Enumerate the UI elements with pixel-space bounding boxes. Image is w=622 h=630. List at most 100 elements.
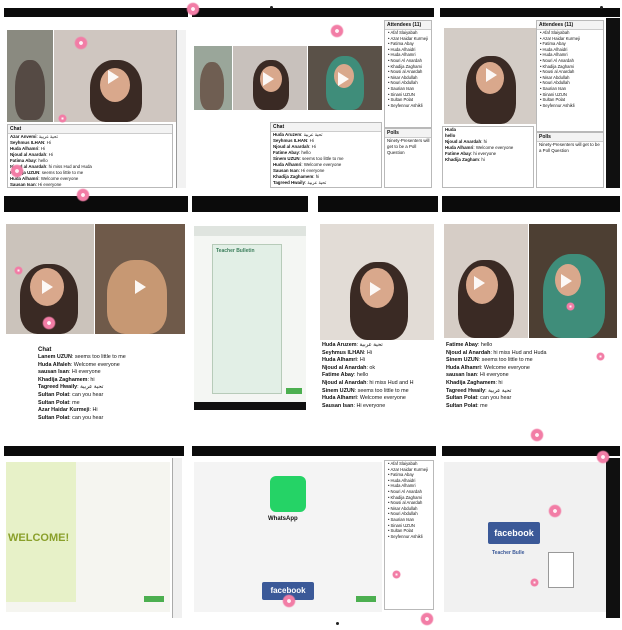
video-feed-1[interactable] xyxy=(7,30,53,122)
chat-text: : Hi xyxy=(363,349,373,356)
video-feed-2[interactable] xyxy=(529,224,617,338)
chat-text: : تحية عربية xyxy=(36,134,58,139)
slide-panel: WELCOME! xyxy=(6,462,76,602)
chat-text: : Hi xyxy=(307,138,314,143)
play-icon[interactable] xyxy=(474,276,485,290)
chat-messages: Huda Aruzem: تحية عربية Seyhmus ILHAN: Hi… xyxy=(271,132,381,186)
flower-decoration xyxy=(282,594,296,608)
flower-decoration xyxy=(530,428,544,442)
play-icon[interactable] xyxy=(42,280,53,294)
chat-panel: Huda Aruzem: تحية عربية Seyhmus ILHAN: Hi… xyxy=(320,342,436,436)
chat-text: : Hi everyone xyxy=(35,182,62,187)
chat-messages: Lanem UZUN: seems too little to me Huda A… xyxy=(36,354,186,422)
chat-sender: Tagreed Hwaily xyxy=(446,387,486,394)
chat-text: : hi xyxy=(481,139,488,144)
chat-text: : hi everyone xyxy=(470,151,497,156)
chat-text: : seems too little to me xyxy=(71,354,126,360)
window-titlebar xyxy=(192,8,434,17)
chat-text: : تحية عربية xyxy=(356,342,383,348)
video-feed-3[interactable] xyxy=(308,46,382,110)
meeting-screenshot-7: Huda Aruzem: تحية عربية Seyhmus ILHAN: Hi… xyxy=(318,196,438,436)
chat-message: Sausan Isan: Hi everyone xyxy=(320,403,436,411)
chat-text: : seems too little to me xyxy=(478,357,533,364)
meeting-screenshot-4 xyxy=(4,196,188,344)
chat-text: : can you hear xyxy=(69,391,104,398)
flower-decoration xyxy=(392,570,401,579)
video-feed-1[interactable] xyxy=(320,224,434,340)
chat-sender: Njoud al Anardah xyxy=(322,364,367,371)
chat-sender: Sinem UZUN xyxy=(446,357,479,364)
play-icon[interactable] xyxy=(135,280,146,294)
shared-screen[interactable]: WELCOME! xyxy=(6,462,170,612)
attendee-item[interactable]: Seyfennur Ashikli xyxy=(385,103,431,109)
chat-text: : Hi everyone xyxy=(353,402,386,409)
bottom-taskbar xyxy=(194,402,306,410)
chat-text: : Welcome everyone xyxy=(356,395,406,402)
play-icon[interactable] xyxy=(338,72,349,86)
decorative-dot xyxy=(336,622,339,625)
chat-text: : Hi xyxy=(309,144,316,149)
chat-messages: Huda Aruzem: تحية عربية Seyhmus ILHAN: Hi… xyxy=(320,342,436,410)
chat-sender: Azar Anvemi xyxy=(10,134,37,139)
chat-sender: Sultan Polat xyxy=(38,399,70,406)
green-button[interactable] xyxy=(286,388,302,394)
attendee-list: Afaf SlaiyabahAzar Haidar KurmejiFatima … xyxy=(385,461,433,539)
chat-text: : Welcome everyone xyxy=(70,361,120,368)
chat-sender: Huda Alhamri xyxy=(322,357,357,364)
window-titlebar xyxy=(318,196,438,212)
chat-message: Njoud al Anardah: hi miss Hud and H xyxy=(320,380,436,388)
play-icon[interactable] xyxy=(263,72,274,86)
play-icon[interactable] xyxy=(561,274,572,288)
meeting-screenshot-2: Attendees (11) Afaf SlaiyabahAzar Haidar… xyxy=(192,8,434,188)
green-button[interactable] xyxy=(144,596,164,602)
chat-message: Sultan Polat: can you hear xyxy=(36,392,186,400)
chat-message: sausan Isan: Hi everyone xyxy=(444,372,618,380)
attendee-list: Afaf SlaiyabahAzar Haidar KurmejiFatima … xyxy=(537,30,603,108)
chat-panel: Chat Huda Aruzem: تحية عربية Seyhmus ILHA… xyxy=(270,122,382,188)
window-titlebar xyxy=(440,8,620,17)
side-toolbar[interactable] xyxy=(606,458,620,618)
chat-sender: Njoud al Anardah xyxy=(445,139,482,144)
video-feed-2[interactable] xyxy=(54,30,176,122)
chat-text: : Welcome everyone xyxy=(38,176,79,181)
chat-text: : Hi everyone xyxy=(68,369,101,376)
shared-screen[interactable]: Teacher Bulletin xyxy=(194,226,306,402)
video-feed-2[interactable] xyxy=(95,224,185,334)
chat-message: Azar Haidar Kurmeji: Hi xyxy=(36,407,186,415)
shared-screen[interactable]: facebook Teacher Bulle xyxy=(444,462,606,612)
video-feed-2[interactable] xyxy=(233,46,307,110)
chat-sender: Seyhmus ILHAN xyxy=(273,138,308,143)
chat-sender: sausan Isan xyxy=(38,369,69,376)
chat-sender: Sausan Isan xyxy=(322,402,354,409)
chat-message: Njoud al Anardah: hi miss Hud and Huda xyxy=(444,350,618,358)
side-toolbar[interactable] xyxy=(606,18,620,188)
play-icon[interactable] xyxy=(370,282,381,296)
chat-sender: Huda Alhamri xyxy=(322,395,357,402)
flower-decoration xyxy=(530,578,539,587)
attendee-item[interactable]: Seyfennur Ashikli xyxy=(385,534,433,540)
video-feed-1[interactable] xyxy=(444,28,536,124)
chat-sender: Azar Haidar Kurmeji xyxy=(38,407,90,414)
attendee-item[interactable]: Seyfennur Ashikli xyxy=(537,103,603,109)
chat-message: Sultan Polat: me xyxy=(444,403,618,411)
green-button[interactable] xyxy=(356,596,376,602)
chat-text: : تحية عربية xyxy=(304,180,327,185)
shared-screen[interactable]: WhatsApp facebook xyxy=(194,462,382,612)
side-scrollbar[interactable] xyxy=(172,458,182,618)
whatsapp-label: WhatsApp xyxy=(268,516,298,522)
context-menu[interactable] xyxy=(548,552,574,588)
flower-decoration xyxy=(42,316,56,330)
chat-header: Chat xyxy=(271,123,381,132)
side-scrollbar[interactable] xyxy=(176,30,186,188)
video-feed-1[interactable] xyxy=(194,46,232,110)
video-feed-1[interactable] xyxy=(444,224,528,338)
chat-text: : can you hear xyxy=(477,395,512,402)
window-titlebar xyxy=(192,196,308,212)
play-icon[interactable] xyxy=(108,70,119,84)
meeting-screenshot-1: Chat Azar Anvemi: تحية عربية Seyhmus ILHA… xyxy=(4,8,188,188)
attendees-panel: Attendees (11) Afaf SlaiyabahAzar Haidar… xyxy=(536,20,604,132)
chat-sender: Seyhmus ILHAN xyxy=(10,140,45,145)
play-icon[interactable] xyxy=(486,68,497,82)
chat-message: Sinem UZUN: seems too little to me xyxy=(444,357,618,365)
meeting-screenshot-8: Fatime Abay: hello Njoud al Anardah: hi m… xyxy=(442,196,620,436)
